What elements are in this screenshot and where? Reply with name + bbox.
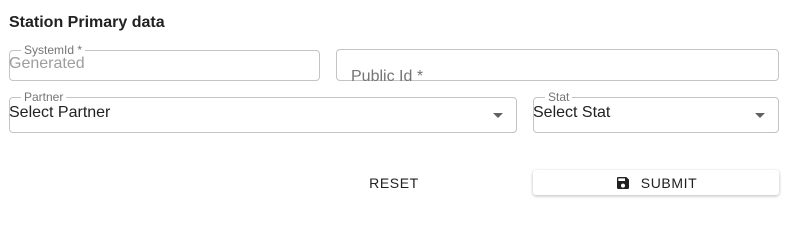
- chevron-down-icon: [755, 113, 765, 118]
- section-title: Station Primary data: [9, 14, 165, 31]
- public-id-field[interactable]: Public Id *: [336, 49, 779, 85]
- reset-button-label: RESET: [369, 175, 419, 191]
- stat-select[interactable]: Stat Select Stat: [533, 90, 779, 133]
- save-icon: [616, 176, 629, 189]
- partner-value: Select Partner: [9, 104, 111, 121]
- stat-label: Stat: [545, 90, 573, 104]
- system-id-value: Generated: [9, 55, 85, 72]
- chevron-down-icon: [493, 113, 503, 118]
- submit-button-label: SUBMIT: [640, 174, 698, 191]
- submit-button[interactable]: SUBMIT: [533, 170, 779, 195]
- public-id-label: Public Id *: [351, 68, 424, 85]
- stat-value: Select Stat: [533, 104, 611, 121]
- partner-select[interactable]: Partner Select Partner: [9, 90, 517, 133]
- reset-button[interactable]: RESET: [336, 170, 452, 196]
- partner-label: Partner: [21, 90, 67, 104]
- system-id-field[interactable]: SystemId * Generated: [9, 43, 320, 81]
